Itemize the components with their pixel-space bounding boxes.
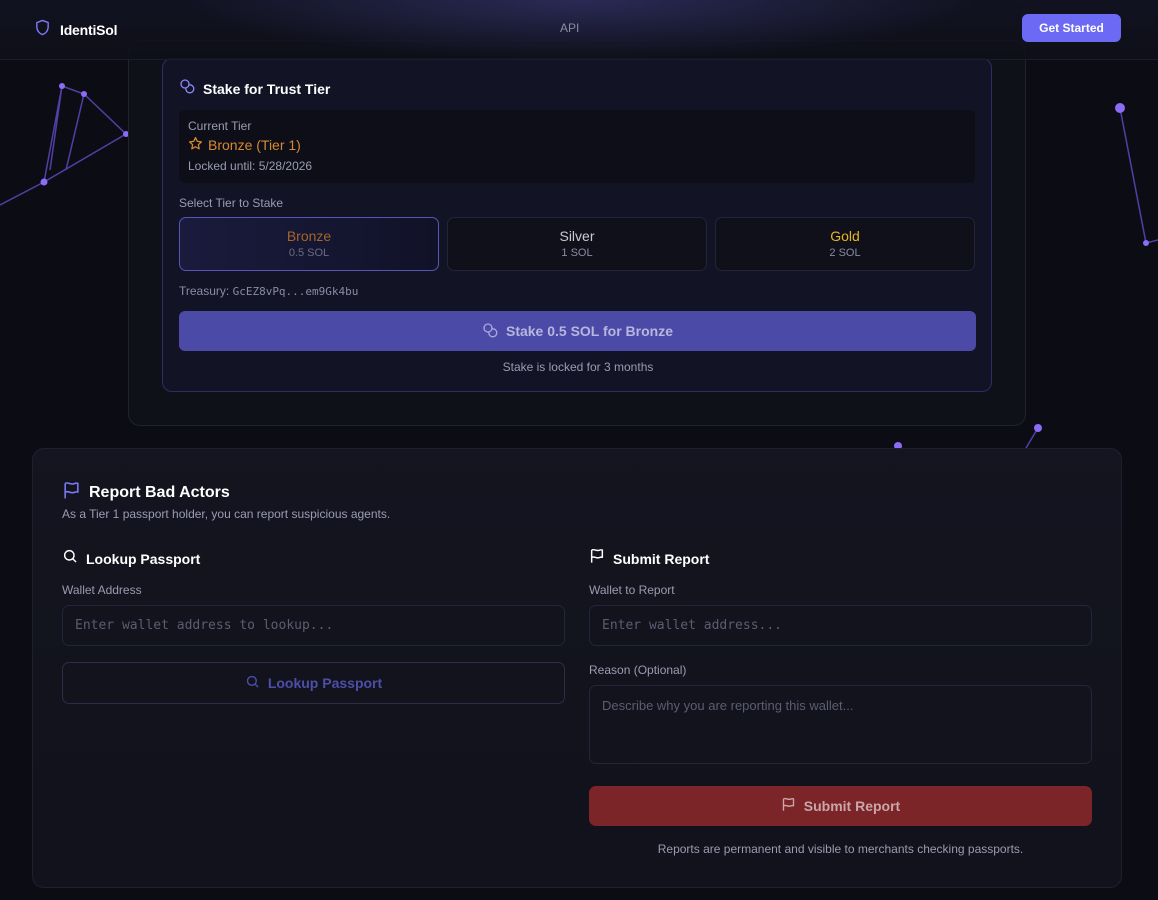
stake-header: Stake for Trust Tier	[179, 78, 330, 99]
search-icon	[62, 548, 78, 569]
search-icon	[245, 674, 260, 692]
tier-price: 1 SOL	[561, 247, 593, 259]
reason-label: Reason (Optional)	[589, 663, 687, 677]
stake-panel: Stake for Trust Tier Current Tier Bronze…	[162, 58, 992, 392]
tier-price: 2 SOL	[829, 247, 861, 259]
tier-name: Bronze	[286, 228, 332, 244]
tier-option-silver[interactable]: Silver 1 SOL	[447, 217, 707, 271]
stake-button-label: Stake 0.5 SOL for Bronze	[505, 323, 673, 339]
tier-option-gold[interactable]: Gold 2 SOL	[715, 217, 975, 271]
treasury-address: GcEZ8vPq...em9Gk4bu	[232, 285, 359, 298]
report-title: Report Bad Actors	[89, 484, 230, 501]
report-reason-textarea[interactable]	[589, 685, 1092, 764]
report-header: Report Bad Actors	[62, 481, 230, 505]
report-note: Reports are permanent and visible to mer…	[657, 842, 1024, 856]
tier-name: Silver	[559, 228, 595, 244]
report-wallet-input[interactable]	[589, 605, 1092, 646]
locked-until-text: Locked until: 5/28/2026	[188, 159, 313, 173]
stake-button[interactable]: Stake 0.5 SOL for Bronze	[179, 311, 976, 351]
report-subtitle: As a Tier 1 passport holder, you can rep…	[62, 507, 391, 521]
submit-button-label: Submit Report	[803, 798, 901, 814]
star-icon	[188, 136, 203, 154]
flag-icon	[781, 797, 796, 815]
get-started-button[interactable]: Get Started	[1022, 14, 1121, 42]
submit-report-header: Submit Report	[589, 548, 709, 569]
submit-report-title: Submit Report	[613, 550, 710, 567]
wallet-address-label: Wallet Address	[62, 583, 142, 597]
current-tier-value: Bronze (Tier 1)	[208, 137, 301, 153]
lookup-header: Lookup Passport	[62, 548, 200, 569]
top-navbar: IdentiSol API Get Started	[0, 0, 1158, 60]
lookup-button-label: Lookup Passport	[267, 675, 383, 691]
flag-icon	[62, 481, 81, 505]
nav-link-api[interactable]: API	[560, 21, 579, 35]
treasury-label: Treasury:	[179, 284, 230, 298]
stake-lock-note: Stake is locked for 3 months	[502, 360, 654, 374]
treasury-info: Treasury: GcEZ8vPq...em9Gk4bu	[179, 284, 358, 298]
current-tier-box: Current Tier Bronze (Tier 1) Locked unti…	[179, 110, 975, 183]
report-panel: Report Bad Actors As a Tier 1 passport h…	[32, 448, 1122, 888]
lookup-title: Lookup Passport	[86, 550, 201, 567]
tier-price: 0.5 SOL	[288, 247, 330, 259]
brand-logo[interactable]: IdentiSol	[34, 18, 118, 42]
select-tier-label: Select Tier to Stake	[179, 196, 284, 210]
current-tier-label: Current Tier	[188, 119, 252, 133]
tier-name: Gold	[830, 228, 860, 244]
flag-icon	[589, 548, 605, 569]
coins-icon	[482, 322, 498, 341]
brand-name: IdentiSol	[60, 22, 118, 38]
submit-report-button[interactable]: Submit Report	[589, 786, 1092, 826]
lookup-wallet-input[interactable]	[62, 605, 565, 646]
lookup-passport-button[interactable]: Lookup Passport	[62, 662, 565, 704]
tier-option-bronze[interactable]: Bronze 0.5 SOL	[179, 217, 439, 271]
current-tier: Bronze (Tier 1)	[188, 136, 301, 154]
shield-icon	[34, 18, 51, 42]
wallet-to-report-label: Wallet to Report	[589, 583, 675, 597]
stake-title: Stake for Trust Tier	[203, 80, 331, 97]
coins-icon	[179, 78, 195, 99]
header-glow	[180, 0, 980, 60]
